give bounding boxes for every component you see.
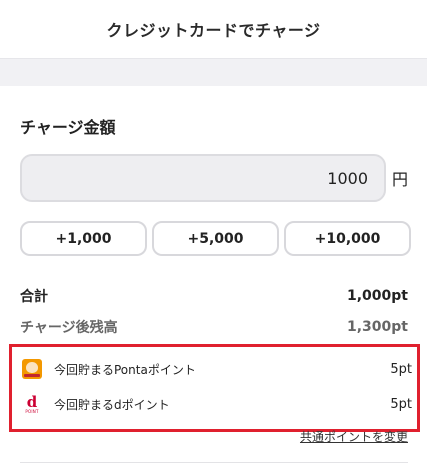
dpoint-points-left: d POINT 今回貯まるdポイント [22,392,170,414]
dpoint-points-label: 今回貯まるdポイント [54,397,170,412]
dpoint-points-row: d POINT 今回貯まるdポイント 5pt [22,394,412,414]
ponta-points-row: 今回貯まるPontaポイント 5pt [22,359,412,379]
add-5000-button[interactable]: +5,000 [152,221,279,256]
bottom-divider [20,462,408,463]
section-divider-band [0,58,427,86]
ponta-points-label: 今回貯まるPontaポイント [54,362,196,377]
dpoint-points-value: 5pt [390,396,412,412]
dpoint-logo-text: POINT [25,408,39,414]
dpoint-logo-icon: d POINT [25,392,39,414]
charge-amount-heading: チャージ金額 [20,118,116,137]
quick-add-buttons: +1,000 +5,000 +10,000 [20,221,411,256]
change-common-points-link[interactable]: 共通ポイントを変更 [300,428,408,445]
charge-amount-input[interactable] [20,154,386,202]
earned-points-box: 今回貯まるPontaポイント 5pt d POINT 今回貯まるdポイント 5p… [9,344,420,432]
ponta-points-value: 5pt [390,361,412,377]
balance-label: チャージ後残高 [20,320,118,336]
page-title: クレジットカードでチャージ [106,21,321,40]
ponta-logo-icon [22,359,42,379]
balance-after-charge-row: チャージ後残高 1,300pt [20,317,408,337]
currency-unit-label: 円 [392,170,409,189]
amount-input-row: 円 [20,154,408,202]
total-label: 合計 [20,289,48,305]
charge-page: クレジットカードでチャージ チャージ金額 円 +1,000 +5,000 +10… [0,0,427,473]
total-row: 合計 1,000pt [20,286,408,306]
add-10000-button[interactable]: +10,000 [284,221,411,256]
balance-value: 1,300pt [347,319,408,335]
add-1000-button[interactable]: +1,000 [20,221,147,256]
ponta-points-left: 今回貯まるPontaポイント [22,359,196,379]
page-header: クレジットカードでチャージ [0,0,427,58]
total-value: 1,000pt [347,288,408,304]
